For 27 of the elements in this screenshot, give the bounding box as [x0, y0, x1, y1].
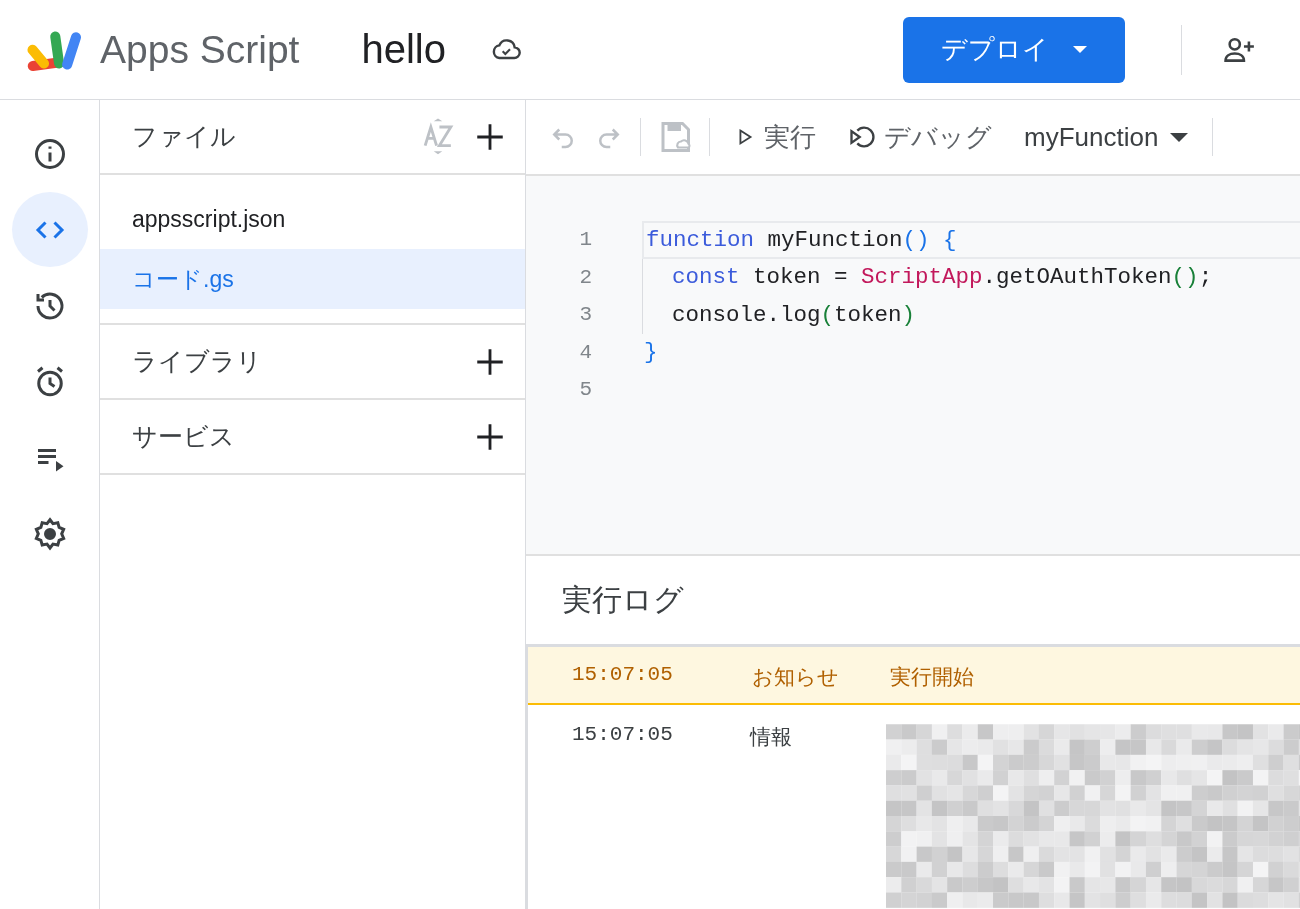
function-dropdown[interactable]: myFunction	[1016, 121, 1197, 153]
product-name: Apps Script	[100, 27, 300, 72]
line-number: 5	[578, 378, 592, 402]
line-number: 4	[578, 340, 592, 364]
code-line: console.log(token)	[672, 301, 916, 328]
section-heading: ライブラリ	[132, 346, 263, 377]
caret-icon	[1170, 132, 1189, 142]
caret-icon	[1073, 46, 1087, 53]
log-level: 情報	[749, 724, 793, 750]
line-number: 2	[578, 265, 592, 289]
log-message: 実行開始	[890, 664, 974, 690]
file-item[interactable]: コード.gs	[100, 249, 525, 309]
code-line: }	[644, 339, 658, 366]
code-line: const token = ScriptApp.getOAuthToken();	[672, 264, 1213, 291]
line-number: 3	[578, 303, 592, 327]
deploy-button[interactable]: デプロイ	[903, 16, 1125, 83]
debug-button[interactable]: デバッグ	[840, 119, 1000, 155]
files-heading: ファイル	[132, 121, 237, 152]
run-button[interactable]: 実行	[726, 119, 824, 155]
project-title[interactable]: hello	[361, 27, 446, 72]
line-number: 1	[578, 228, 592, 252]
section-heading: サービス	[132, 421, 236, 452]
code-line: function myFunction() {	[646, 226, 957, 253]
log-level: お知らせ	[752, 664, 840, 690]
file-item[interactable]: appsscript.json	[100, 189, 525, 249]
log-time: 15:07:05	[572, 663, 674, 686]
log-time: 15:07:05	[572, 723, 674, 746]
